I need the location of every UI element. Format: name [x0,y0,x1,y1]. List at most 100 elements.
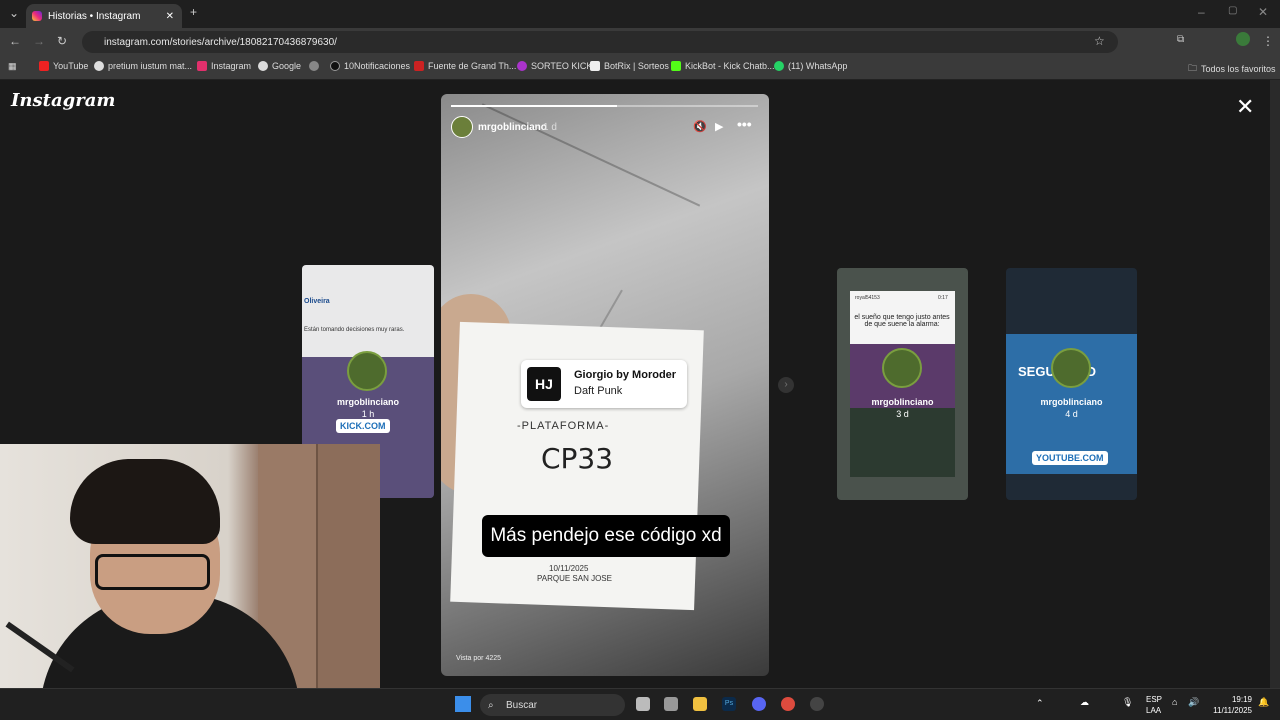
chrome-icon[interactable] [781,697,795,711]
next-story-arrow-icon[interactable]: › [778,377,794,393]
story-progress-bar [451,105,758,107]
link-sticker[interactable]: KICK.COM [336,419,390,433]
window-close-icon[interactable]: ✕ [1258,5,1268,19]
language-code[interactable]: ESP [1146,695,1162,704]
cloud-icon[interactable]: ☁ [1080,697,1089,708]
bookmark-whatsapp[interactable]: (11) WhatsApp [774,61,847,71]
mute-icon[interactable]: 🔇 [693,120,707,133]
url-field[interactable]: instagram.com/stories/archive/1808217043… [82,31,1118,53]
meme-caption: el sueño que tengo justo antes de que su… [854,314,950,328]
story-timestamp: 1 d [543,122,557,133]
more-options-icon[interactable]: ••• [737,116,752,132]
bookmark-google[interactable]: Google [258,61,301,71]
bookmark-youtube[interactable]: YouTube [39,61,88,71]
story-user-avatar[interactable] [451,116,473,138]
all-favorites-folder[interactable]: 🗀 Todos los favoritos [1188,61,1276,77]
story-username[interactable]: mrgoblinciano [478,122,547,133]
ticket-platform-label: -PLATAFORMA- [517,420,610,432]
tweet-author: Oliveira [304,298,330,305]
story-avatar [882,348,922,388]
tweet-text: Están tomando decisiones muy raras. [304,327,405,333]
tab-instagram[interactable]: Historias • Instagram ✕ [26,4,182,28]
music-artist: Daft Punk [574,385,623,397]
tab-search-icon[interactable]: ⌄ [9,6,19,20]
app-icon[interactable] [664,697,678,711]
story-username: mrgoblinciano [1040,397,1103,407]
music-sticker[interactable]: HJ Giorgio by Moroder Daft Punk [521,360,687,408]
profile-avatar[interactable] [1236,32,1250,46]
chevron-up-icon[interactable]: ⌃ [1036,698,1044,709]
menu-icon[interactable]: ⋮ [1262,34,1274,48]
bookmark-star-icon[interactable]: ☆ [1094,34,1105,48]
story-username: mrgoblinciano [871,397,934,407]
ticket-place: PARQUE SAN JOSE [537,574,612,583]
keyboard-layout[interactable]: LAA [1146,706,1161,715]
network-icon[interactable]: ⌂ [1172,697,1177,707]
windows-taskbar: ⌕ Buscar Ps ⌃ ☁ 🎙 ESP LAA ⌂ 🔊 19:19 11/1… [0,688,1280,720]
bookmark-instagram[interactable]: Instagram [197,61,251,71]
active-story[interactable]: mrgoblinciano 1 d 🔇 ▶ ••• HJ Giorgio by … [441,94,769,676]
post-author: royal54153 [855,295,880,301]
play-icon[interactable]: ▶ [715,120,723,133]
story-time: 3 d [896,409,909,419]
photoshop-icon[interactable]: Ps [722,697,736,711]
bookmark-10notificaciones[interactable]: 10Notificaciones [330,61,410,71]
instagram-favicon-icon [32,11,42,21]
story-username: mrgoblinciano [336,397,399,407]
task-view-icon[interactable] [636,697,650,711]
discord-icon[interactable] [752,697,766,711]
search-icon: ⌕ [488,699,494,711]
tab-close-icon[interactable]: ✕ [166,11,174,22]
webcam-overlay [0,444,380,720]
folder-icon: 🗀 [1188,63,1198,73]
story-avatar [1051,348,1091,388]
glasses [95,554,210,590]
new-tab-icon[interactable]: + [190,5,197,19]
volume-icon[interactable]: 🔊 [1188,697,1199,708]
next-story-thumbnail[interactable]: royal54153 0:17 el sueño que tengo justo… [837,268,968,500]
microphone-icon[interactable]: 🎙 [1122,697,1133,708]
obs-icon[interactable] [810,697,824,711]
story-view-count[interactable]: Vista por 4225 [456,655,501,662]
bookmark-kickbot[interactable]: KickBot - Kick Chatb... [671,61,775,71]
maximize-icon[interactable]: ▢ [1228,5,1237,16]
taskbar-date[interactable]: 11/11/2025 [1206,706,1252,715]
minimize-icon[interactable]: – [1198,5,1205,19]
story-caption: Más pendejo ese código xd [482,515,730,557]
bookmarks-bar: ▦ YouTube pretium iustum mat... Instagra… [0,56,1280,80]
taskbar-search[interactable]: ⌕ Buscar [480,694,625,716]
tab-title: Historias • Instagram [48,10,141,22]
story-time: 4 d [1065,409,1078,419]
address-bar-row: ← → ↻ instagram.com/stories/archive/1808… [0,28,1280,56]
ticket-date: 10/11/2025 [549,564,589,573]
windows-start-icon[interactable] [455,696,471,712]
taskbar-clock[interactable]: 19:19 [1210,695,1252,704]
link-sticker[interactable]: YOUTUBE.COM [1032,451,1108,465]
story-time: 1 h [361,409,375,419]
file-explorer-icon[interactable] [693,697,707,711]
bookmark-pretium[interactable]: pretium iustum mat... [94,61,192,71]
bookmark-globe[interactable] [309,61,319,71]
instagram-logo[interactable]: Instagram [11,90,115,111]
person-hair [70,459,220,544]
close-stories-icon[interactable]: ✕ [1236,94,1254,120]
page-scrollbar[interactable] [1270,80,1280,688]
notifications-icon[interactable]: 🔔 [1258,697,1269,708]
url-text: instagram.com/stories/archive/1808217043… [104,36,337,48]
bookmark-botrix[interactable]: BotRix | Sorteos [590,61,669,71]
forward-icon[interactable]: → [33,34,45,48]
album-art-icon: HJ [527,367,561,401]
ticket-code: CP33 [541,442,614,475]
search-placeholder: Buscar [506,699,538,711]
apps-icon[interactable]: ▦ [8,61,17,72]
bookmark-sorteo-kick[interactable]: SORTEO KICK [517,61,592,71]
story-avatar [347,351,387,391]
reload-icon[interactable]: ↻ [57,34,67,48]
browser-tab-strip: ⌄ Historias • Instagram ✕ + – ▢ ✕ [0,0,1280,28]
bookmark-fuente-gta[interactable]: Fuente de Grand Th... [414,61,516,71]
music-title: Giorgio by Moroder [574,369,677,381]
extensions-icon[interactable]: ⧉ [1177,34,1184,45]
post-duration: 0:17 [938,295,948,301]
later-story-thumbnail[interactable]: SEGURIDAD mrgoblinciano 4 d YOUTUBE.COM [1006,268,1137,500]
back-icon[interactable]: ← [9,34,21,48]
